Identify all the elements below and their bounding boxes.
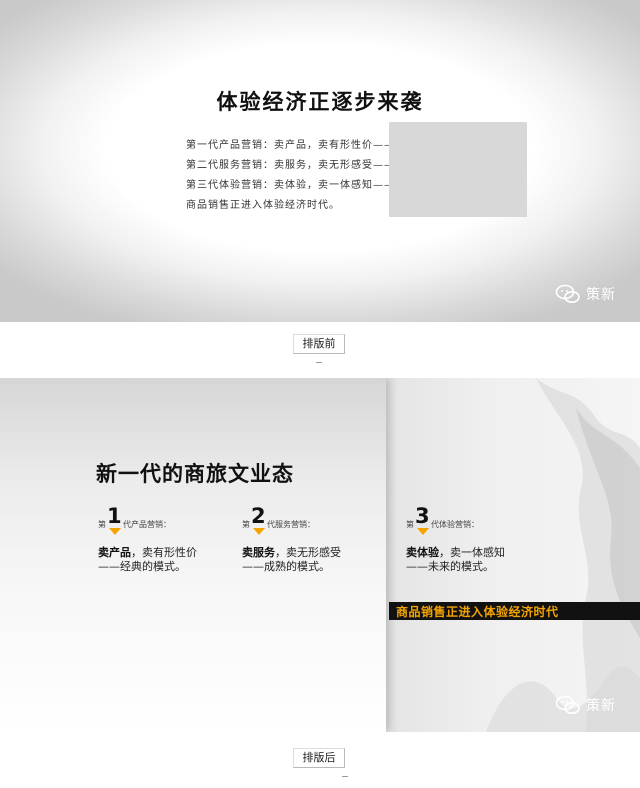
generation-2-highlight: 卖服务 [242, 546, 275, 559]
down-triangle-icon [109, 528, 121, 535]
generation-1-line2: ——经典的模式。 [98, 560, 186, 573]
generation-3-prefix: 第 [406, 520, 414, 529]
generation-2-prefix: 第 [242, 520, 250, 529]
generation-3-line2: ——未来的模式。 [406, 560, 494, 573]
caption-before: 排版前 [293, 334, 345, 354]
banner-text: 商品销售正进入体验经济时代 [396, 605, 559, 619]
generation-1-line1: ，卖有形性价 [131, 546, 197, 559]
generation-2-description: 卖服务，卖无形感受 ——成熟的模式。 [242, 546, 341, 574]
watermark-text: 策新 [586, 698, 616, 714]
caption-after-tick [342, 776, 348, 777]
down-triangle-icon [253, 528, 265, 535]
generation-3-highlight: 卖体验 [406, 546, 439, 559]
slide-before: 体验经济正逐步来袭 第一代产品营销：卖产品，卖有形性价——经典的模式。 第二代服… [0, 0, 640, 322]
slide-before-line-4: 商品销售正进入体验经济时代。 [186, 200, 340, 211]
wechat-icon [555, 284, 581, 304]
generation-3-number: 3 [415, 504, 430, 528]
caption-after: 排版后 [293, 748, 345, 768]
generation-2-line1: ，卖无形感受 [275, 546, 341, 559]
generation-2-line2: ——成熟的模式。 [242, 560, 330, 573]
generation-1-label: 代产品营销： [123, 520, 171, 529]
watermark-after: 策新 [555, 695, 616, 715]
generation-1-number: 1 [107, 504, 122, 528]
generation-3-description: 卖体验，卖一体感知 ——未来的模式。 [406, 546, 505, 574]
generation-1-description: 卖产品，卖有形性价 ——经典的模式。 [98, 546, 197, 574]
generation-3-highlight-box [389, 122, 527, 217]
watermark-text: 策新 [586, 287, 616, 303]
generation-3-label: 代体验营销： [431, 520, 479, 529]
slide-before-title: 体验经济正逐步来袭 [216, 89, 424, 114]
caption-before-tick [316, 362, 322, 363]
wechat-icon [555, 695, 581, 715]
generation-3-line1: ，卖一体感知 [439, 546, 505, 559]
slide-after-title: 新一代的商旅文业态 [96, 461, 294, 486]
watermark-before: 策新 [555, 284, 616, 304]
generation-1-highlight: 卖产品 [98, 546, 131, 559]
generation-1-prefix: 第 [98, 520, 106, 529]
generation-2-number: 2 [251, 504, 266, 528]
generation-2-label: 代服务营销： [267, 520, 315, 529]
down-triangle-icon [417, 528, 429, 535]
